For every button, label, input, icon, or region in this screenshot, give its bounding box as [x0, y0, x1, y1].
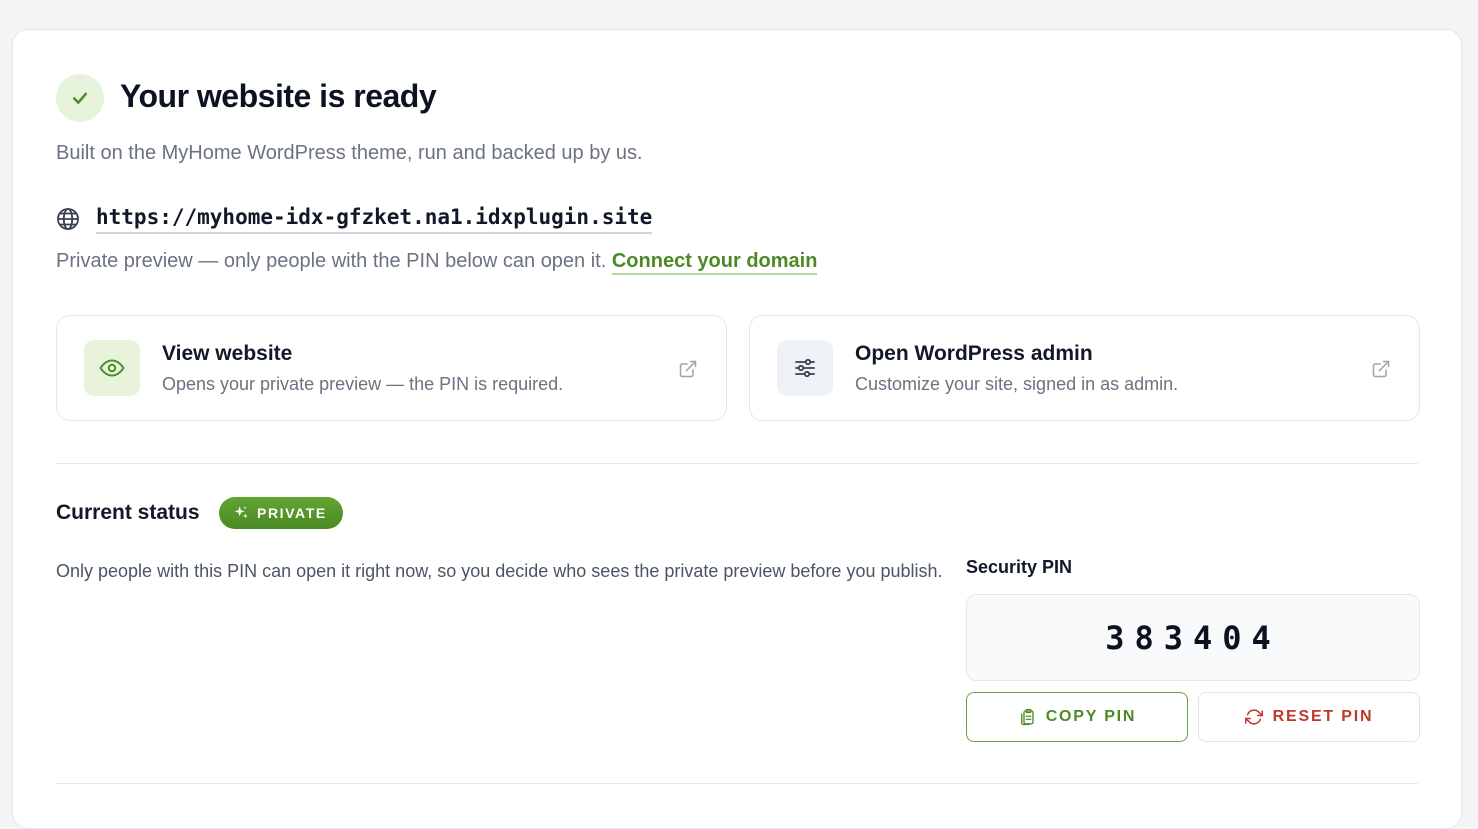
view-website-icon-box [84, 340, 140, 396]
status-description: Only people with this PIN can open it ri… [56, 561, 943, 581]
check-icon [72, 92, 88, 104]
eye-icon [99, 359, 125, 377]
current-status-label: Current status [56, 501, 200, 524]
status-badge: PRIVATE [219, 497, 343, 529]
preview-note-text: Private preview — only people with the P… [56, 250, 607, 272]
wordpress-admin-description: Customize your site, signed in as admin. [855, 374, 1179, 394]
external-link-icon [1372, 360, 1390, 378]
section-divider [56, 463, 1418, 464]
status-badge-label: PRIVATE [257, 505, 327, 521]
view-website-title: View website [162, 342, 293, 365]
security-pin-label: Security PIN [966, 557, 1073, 577]
copy-pin-button[interactable]: COPY PIN [966, 692, 1188, 742]
wordpress-admin-icon-box [777, 340, 833, 396]
open-wordpress-admin-card[interactable]: Open WordPress admin Customize your site… [749, 315, 1420, 421]
view-website-description: Opens your private preview — the PIN is … [162, 374, 564, 394]
website-ready-card: Your website is ready Built on the MyHom… [12, 29, 1462, 829]
sliders-icon [795, 358, 815, 378]
refresh-icon [1244, 709, 1263, 725]
site-url-row: https://myhome-idx-gfzket.na1.idxplugin.… [56, 202, 653, 236]
globe-icon [56, 207, 80, 231]
page-title: Your website is ready [120, 78, 437, 114]
success-check-badge [56, 74, 104, 122]
reset-pin-label: RESET PIN [1272, 708, 1374, 725]
site-url[interactable]: https://myhome-idx-gfzket.na1.idxplugin.… [96, 205, 653, 234]
preview-note: Private preview — only people with the P… [56, 250, 818, 275]
card-content: Your website is ready Built on the MyHom… [56, 30, 1420, 828]
clipboard-icon [1020, 708, 1034, 726]
view-website-card[interactable]: View website Opens your private preview … [56, 315, 727, 421]
external-link-icon [679, 360, 697, 378]
page-subtitle: Built on the MyHome WordPress theme, run… [56, 142, 643, 164]
wordpress-admin-title: Open WordPress admin [855, 342, 1093, 365]
section-divider [56, 783, 1418, 784]
sparkles-icon [234, 506, 248, 519]
copy-pin-label: COPY PIN [1045, 708, 1137, 725]
connect-domain-link[interactable]: Connect your domain [611, 250, 818, 275]
reset-pin-button[interactable]: RESET PIN [1198, 692, 1420, 742]
security-pin-display: 383404 [966, 594, 1420, 681]
